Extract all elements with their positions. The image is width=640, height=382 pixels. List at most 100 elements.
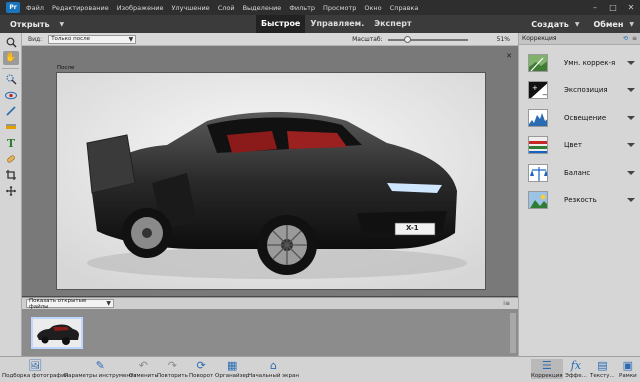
red-eye-icon[interactable]: [3, 88, 19, 102]
zoom-value: 51%: [496, 36, 510, 43]
zoom-slider-thumb[interactable]: [404, 35, 412, 43]
menu-image[interactable]: Изображение: [117, 4, 164, 12]
expand-triangle-icon: [627, 115, 635, 120]
chevron-down-icon: ▼: [59, 20, 65, 28]
color-icon: [528, 136, 548, 155]
adj-lighting[interactable]: Освещение: [519, 104, 640, 132]
menu-layer[interactable]: Слой: [218, 4, 235, 12]
close-window-button[interactable]: ✕: [622, 3, 640, 12]
panel-header-icons: ⟲ ≡: [623, 35, 637, 42]
task-label: Поворот: [189, 373, 214, 379]
photo-bin-bar: Показать открытые файлы ▼ ⁞≡: [22, 297, 518, 310]
open-button[interactable]: Открыть ▼: [10, 20, 64, 29]
show-files-dropdown[interactable]: Показать открытые файлы ▼: [26, 298, 114, 310]
mode-tabs: Быстрое Управляем. Эксперт: [256, 15, 417, 33]
tool-options-button[interactable]: ✎ Параметры инструмента: [64, 359, 137, 379]
panel-header: Коррекция ⟲ ≡: [519, 33, 640, 45]
adj-label: Освещение: [564, 113, 607, 122]
rotate-icon: ⟳: [196, 359, 206, 372]
chevron-down-icon: ▼: [629, 20, 634, 28]
zoom-slider[interactable]: [387, 35, 468, 43]
rotate-button[interactable]: ⟳ Поворот: [189, 359, 213, 379]
expand-triangle-icon: [627, 88, 635, 93]
open-label: Открыть: [10, 19, 50, 29]
home-screen-button[interactable]: ⌂ Начальный экран: [248, 359, 299, 379]
move-tool-icon[interactable]: [3, 184, 19, 198]
textures-button[interactable]: ▤ Тексту...: [590, 359, 615, 379]
create-button[interactable]: Создать ▼: [531, 20, 579, 29]
svg-text:+: +: [532, 84, 538, 92]
share-button[interactable]: Обмен ▼: [593, 20, 634, 29]
tab-guided[interactable]: Управляем.: [305, 15, 369, 33]
redo-button[interactable]: ↷ Повторить: [157, 359, 188, 379]
menu-file[interactable]: Файл: [26, 4, 44, 12]
whiten-teeth-icon[interactable]: [3, 104, 19, 118]
spot-healing-icon[interactable]: [3, 152, 19, 166]
task-label: Параметры инструмента: [64, 373, 137, 379]
panel-menu-icon[interactable]: ≡: [632, 35, 637, 42]
view-dropdown[interactable]: Только после ▼: [48, 34, 137, 44]
adj-exposure[interactable]: + − Экспозиция: [519, 77, 640, 105]
task-bar: 🖼 Подборка фотографий ✎ Параметры инстру…: [0, 356, 640, 382]
mode-bar: Открыть ▼ Быстрое Управляем. Эксперт Соз…: [0, 15, 640, 33]
expand-triangle-icon: [627, 198, 635, 203]
photo-thumbnail[interactable]: [31, 317, 83, 349]
adj-balance[interactable]: Баланс: [519, 159, 640, 187]
undo-icon: ↶: [138, 359, 148, 372]
panel-reset-icon[interactable]: ⟲: [623, 35, 628, 42]
menu-bar: Pr Файл Редактирование Изображение Улучш…: [0, 0, 640, 15]
adjustments-list: Умн. коррек-я + − Экспозиция Освещение Цв…: [519, 45, 640, 214]
effects-button[interactable]: fx Эффе...: [565, 359, 587, 379]
menu-select[interactable]: Выделение: [243, 4, 282, 12]
tool-divider: [2, 68, 19, 69]
task-label: Органайзер: [215, 373, 250, 379]
bin-menu-icon[interactable]: ⁞≡: [503, 300, 510, 307]
zoom-tool-icon[interactable]: [3, 35, 19, 49]
canvas-area: После ✕ X-1: [22, 46, 518, 296]
crop-tool-icon[interactable]: [3, 168, 19, 182]
task-label: Подборка фотографий: [2, 373, 69, 379]
lighting-icon: [528, 108, 548, 127]
photo-bin-button[interactable]: 🖼 Подборка фотографий: [2, 359, 68, 379]
menu-enhance[interactable]: Улучшение: [171, 4, 209, 12]
maximize-button[interactable]: □: [604, 3, 622, 12]
adjustments-icon: ☰: [541, 359, 552, 372]
undo-button[interactable]: ↶ Отменить: [129, 359, 158, 379]
type-tool-icon[interactable]: T: [3, 136, 19, 150]
balance-icon: [528, 163, 548, 182]
bin-scrollbar[interactable]: [510, 313, 516, 353]
photo-canvas[interactable]: X-1: [56, 72, 486, 290]
textures-icon: ▤: [597, 359, 608, 372]
quick-selection-icon[interactable]: [3, 72, 19, 86]
smart-fix-icon: [528, 53, 548, 72]
close-icon[interactable]: ✕: [506, 52, 512, 60]
frames-button[interactable]: ▣ Рамки: [619, 359, 637, 379]
zoom-control: Масштаб: 51%: [352, 33, 510, 46]
menu-filter[interactable]: Фильтр: [289, 4, 315, 12]
tab-quick[interactable]: Быстрое: [256, 15, 306, 33]
expand-triangle-icon: [627, 143, 635, 148]
tab-expert[interactable]: Эксперт: [369, 15, 416, 33]
sharpen-icon: [528, 191, 548, 210]
adjustments-button[interactable]: ☰ Коррекция: [531, 359, 563, 379]
straighten-icon[interactable]: [3, 120, 19, 134]
adj-smart-fix[interactable]: Умн. коррек-я: [519, 49, 640, 77]
hand-tool-icon[interactable]: ✋: [3, 51, 19, 65]
frames-icon: ▣: [622, 359, 634, 372]
menu-window[interactable]: Окно: [364, 4, 381, 12]
task-label: Отменить: [129, 373, 158, 379]
tool-strip: ✋ T: [0, 33, 22, 356]
menu-help[interactable]: Справка: [390, 4, 419, 12]
menu-edit[interactable]: Редактирование: [52, 4, 109, 12]
adj-label: Резкость: [564, 196, 597, 205]
create-label: Создать: [531, 19, 569, 29]
tool-options-icon: ✎: [95, 359, 105, 372]
minimize-button[interactable]: –: [586, 3, 604, 12]
organizer-icon: ▦: [227, 359, 238, 372]
organizer-button[interactable]: ▦ Органайзер: [215, 359, 249, 379]
adj-color[interactable]: Цвет: [519, 132, 640, 160]
adj-sharpen[interactable]: Резкость: [519, 187, 640, 215]
exposure-icon: + −: [528, 81, 548, 100]
adj-label: Экспозиция: [564, 86, 608, 95]
menu-view[interactable]: Просмотр: [323, 4, 356, 12]
